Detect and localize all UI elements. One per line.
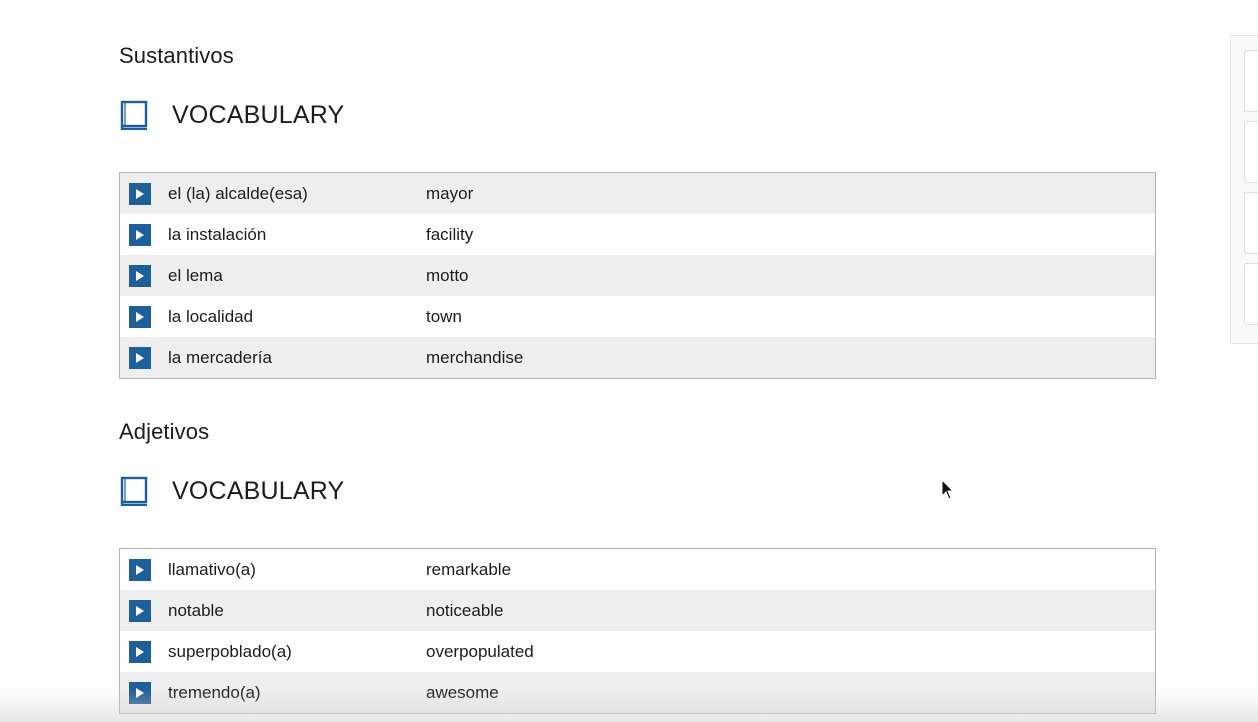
book-icon xyxy=(119,476,149,507)
play-icon[interactable] xyxy=(129,558,151,581)
play-icon[interactable] xyxy=(129,182,151,205)
side-panel-button[interactable] xyxy=(1244,192,1258,254)
play-icon[interactable] xyxy=(129,346,151,369)
table-row: tremendo(a) awesome xyxy=(120,672,1155,713)
meaning-text: motto xyxy=(426,265,469,285)
term-text: la mercadería xyxy=(168,347,272,367)
side-panel-button[interactable] xyxy=(1244,50,1258,112)
table-row: superpoblado(a) overpopulated xyxy=(120,631,1155,672)
vocabulary-page: Sustantivos VOCABULARY el (la) alcalde(e… xyxy=(0,0,1258,722)
table-row: notable noticeable xyxy=(120,590,1155,631)
vocabulary-title: VOCABULARY xyxy=(172,476,345,505)
vocabulary-header: VOCABULARY xyxy=(119,474,344,508)
term-text: tremendo(a) xyxy=(168,682,261,702)
play-icon[interactable] xyxy=(129,305,151,328)
table-row: la instalación facility xyxy=(120,214,1155,255)
term-text: la localidad xyxy=(168,306,254,326)
term-text: llamativo(a) xyxy=(168,559,256,579)
side-panel xyxy=(1230,35,1258,344)
vocab-table-adjetivos: llamativo(a) remarkable notable noticeab… xyxy=(119,548,1156,714)
meaning-text: mayor xyxy=(426,183,474,203)
side-panel-button[interactable] xyxy=(1244,121,1258,183)
vocabulary-header: VOCABULARY xyxy=(119,98,344,132)
table-row: la mercadería merchandise xyxy=(120,337,1155,378)
meaning-text: remarkable xyxy=(426,559,512,579)
term-text: el (la) alcalde(esa) xyxy=(168,183,308,203)
table-row: llamativo(a) remarkable xyxy=(120,549,1155,590)
meaning-text: awesome xyxy=(426,682,499,702)
table-row: la localidad town xyxy=(120,296,1155,337)
meaning-text: noticeable xyxy=(426,600,504,620)
table-row: el (la) alcalde(esa) mayor xyxy=(120,173,1155,214)
vocabulary-title: VOCABULARY xyxy=(172,100,345,129)
term-text: superpoblado(a) xyxy=(168,641,292,661)
meaning-text: town xyxy=(426,306,462,326)
section-title-sustantivos: Sustantivos xyxy=(119,43,234,68)
meaning-text: merchandise xyxy=(426,347,524,367)
play-icon[interactable] xyxy=(129,223,151,246)
mouse-pointer-icon xyxy=(941,478,955,501)
meaning-text: overpopulated xyxy=(426,641,534,661)
play-icon[interactable] xyxy=(129,681,151,704)
side-panel-button[interactable] xyxy=(1244,263,1258,325)
meaning-text: facility xyxy=(426,224,474,244)
table-row: el lema motto xyxy=(120,255,1155,296)
play-icon[interactable] xyxy=(129,599,151,622)
term-text: la instalación xyxy=(168,224,267,244)
section-title-adjetivos: Adjetivos xyxy=(119,419,210,444)
play-icon[interactable] xyxy=(129,640,151,663)
vocab-table-sustantivos: el (la) alcalde(esa) mayor la instalació… xyxy=(119,172,1156,379)
term-text: notable xyxy=(168,600,224,620)
play-icon[interactable] xyxy=(129,264,151,287)
book-icon xyxy=(119,100,149,131)
term-text: el lema xyxy=(168,265,223,285)
